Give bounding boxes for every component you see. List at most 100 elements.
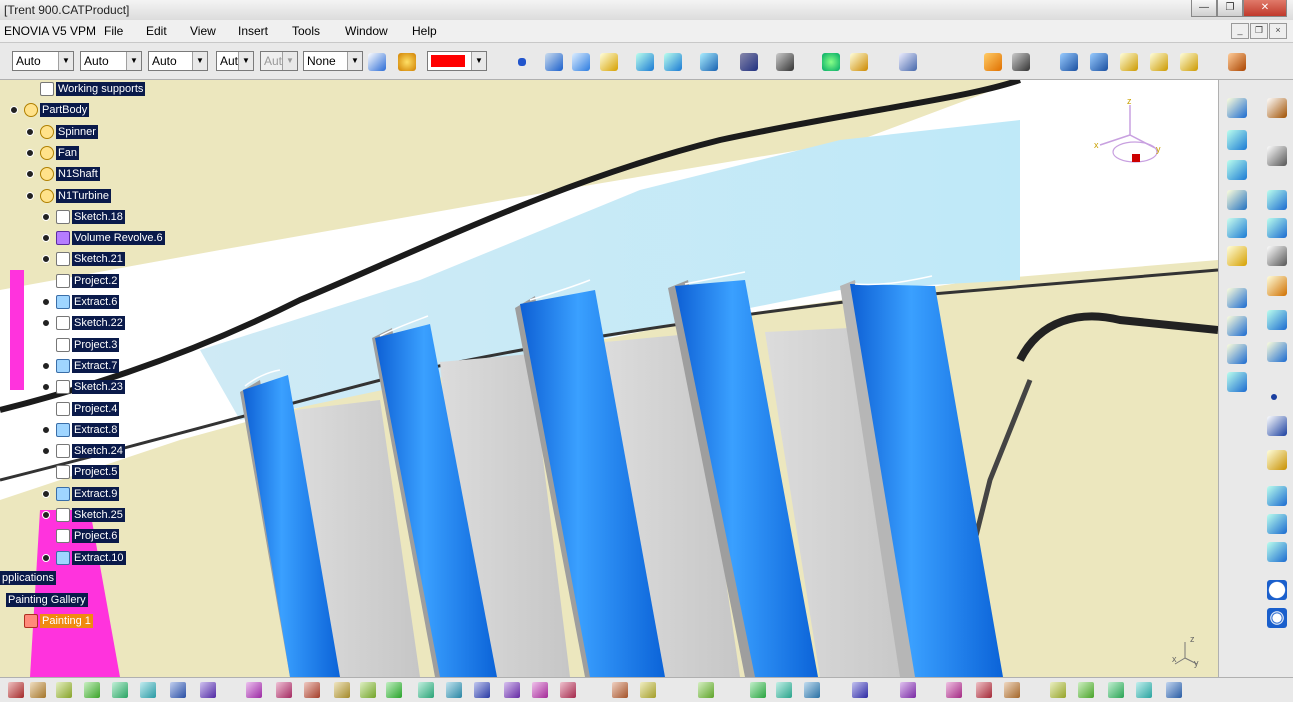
tree-expander[interactable] — [42, 212, 50, 221]
cube-icon[interactable] — [636, 53, 654, 71]
tree-expander[interactable] — [42, 298, 50, 306]
arc-icon[interactable] — [572, 53, 590, 71]
revolve-icon[interactable] — [1227, 218, 1247, 238]
section-icon[interactable] — [946, 682, 962, 698]
undo-icon[interactable] — [140, 682, 156, 698]
tree-expander[interactable] — [42, 489, 50, 498]
tree-node[interactable]: Project.3 — [72, 337, 120, 352]
menu-file[interactable]: File — [104, 24, 123, 38]
compass-icon[interactable] — [776, 53, 794, 71]
tree-expander[interactable] — [26, 148, 34, 157]
cube-wire-icon[interactable] — [1267, 246, 1287, 266]
spline-icon[interactable] — [545, 53, 563, 71]
catalog-icon[interactable] — [1120, 53, 1138, 71]
menu-help[interactable]: Help — [412, 24, 437, 38]
axis-icon[interactable] — [1050, 682, 1066, 698]
globe-icon[interactable] — [822, 53, 840, 71]
sweep-icon[interactable] — [1267, 218, 1287, 238]
paint-pot-icon[interactable] — [1150, 53, 1168, 71]
tree-expander[interactable] — [42, 319, 50, 328]
join-icon[interactable] — [1227, 316, 1247, 336]
render-icon[interactable] — [532, 682, 548, 698]
tree-node[interactable]: Project.6 — [72, 529, 120, 544]
color-swatch-combo[interactable]: ▼ — [427, 51, 487, 71]
redo-icon[interactable] — [170, 682, 186, 698]
point-tool-icon[interactable] — [1271, 394, 1277, 400]
projection-icon[interactable] — [1267, 486, 1287, 506]
tree-node[interactable]: Project.4 — [72, 401, 120, 416]
tree-node[interactable]: Working supports — [56, 82, 146, 96]
spiral-tool-icon[interactable] — [1267, 608, 1287, 628]
color-combo[interactable]: Auto ▼ — [12, 51, 74, 71]
line-tool-icon[interactable] — [1267, 416, 1287, 436]
print-icon[interactable] — [30, 682, 46, 698]
menu-view[interactable]: View — [190, 24, 216, 38]
intersection-icon[interactable] — [1267, 514, 1287, 534]
cube-outline-icon[interactable] — [664, 53, 682, 71]
apply-material-icon[interactable] — [398, 53, 416, 71]
linetype-combo[interactable]: Aut ▼ — [216, 51, 254, 71]
minimize-button[interactable]: — — [1191, 0, 1217, 17]
extrapolate-icon[interactable] — [1267, 342, 1287, 362]
part-design-icon[interactable] — [1227, 98, 1247, 118]
doc-minimize-button[interactable]: _ — [1231, 23, 1249, 39]
workbench-icon[interactable] — [1267, 98, 1287, 118]
layer-combo[interactable]: None ▼ — [303, 51, 363, 71]
extrude-icon[interactable] — [1227, 190, 1247, 210]
point-icon[interactable] — [518, 58, 526, 66]
measure-icon[interactable] — [750, 682, 766, 698]
shaft-icon[interactable] — [1227, 130, 1247, 150]
tree-expander[interactable] — [42, 553, 50, 562]
tree-expander[interactable] — [26, 191, 34, 200]
line-thickness-combo[interactable]: Auto ▼ — [148, 51, 208, 71]
tree-expander[interactable] — [42, 361, 50, 370]
tree-node[interactable]: Sketch.23 — [72, 380, 125, 395]
tree-expander[interactable] — [42, 447, 50, 456]
tree-node[interactable]: Spinner — [56, 124, 98, 139]
trim-icon[interactable] — [1227, 344, 1247, 364]
paintbrush-icon[interactable] — [368, 53, 386, 71]
restore-button[interactable]: ❐ — [1217, 0, 1243, 17]
house-icon[interactable] — [1180, 53, 1198, 71]
tree-node[interactable]: Volume Revolve.6 — [72, 231, 165, 246]
pan-icon[interactable] — [304, 682, 320, 698]
eraser-icon[interactable] — [600, 53, 618, 71]
reframe-icon[interactable] — [1060, 53, 1078, 71]
ds-logo-icon[interactable] — [1166, 682, 1182, 698]
analysis-icon[interactable] — [850, 53, 868, 71]
circle-tool-icon[interactable] — [1267, 580, 1287, 600]
fill-icon[interactable] — [1227, 246, 1247, 266]
compass-handle[interactable] — [1132, 154, 1140, 162]
tree-expander[interactable] — [42, 234, 50, 243]
tree-icon[interactable] — [560, 682, 576, 698]
zoom-out-icon[interactable] — [386, 682, 402, 698]
whats-this-icon[interactable] — [200, 682, 216, 698]
fly-icon[interactable] — [246, 682, 262, 698]
normal-view-icon[interactable] — [418, 682, 434, 698]
tree-node[interactable]: Fan — [56, 145, 79, 160]
tree-expander[interactable] — [10, 106, 18, 115]
table-icon[interactable] — [612, 682, 628, 698]
rotate-icon[interactable] — [334, 682, 350, 698]
camera-icon[interactable] — [776, 682, 792, 698]
tree-node[interactable]: Extract.9 — [72, 486, 120, 501]
tree-node[interactable]: Extract.7 — [72, 358, 120, 373]
fit-all-icon[interactable] — [276, 682, 292, 698]
boundary-icon[interactable] — [1227, 372, 1247, 392]
close-button[interactable]: ✕ — [1243, 0, 1287, 17]
paste-icon[interactable] — [112, 682, 128, 698]
doc-restore-button[interactable]: ❐ — [1250, 23, 1268, 39]
tree-expander[interactable] — [42, 383, 50, 392]
selection-trap-icon[interactable] — [1012, 53, 1030, 71]
menu-edit[interactable]: Edit — [146, 24, 167, 38]
tree-expander[interactable] — [42, 255, 50, 264]
menu-insert[interactable]: Insert — [238, 24, 268, 38]
sketch-tool-icon[interactable] — [1267, 146, 1287, 166]
clock-icon[interactable] — [1004, 682, 1020, 698]
tree-node[interactable]: Sketch.22 — [72, 316, 125, 331]
menu-tools[interactable]: Tools — [292, 24, 320, 38]
distance-icon[interactable] — [852, 682, 868, 698]
tree-node[interactable]: Sketch.25 — [72, 508, 125, 522]
curve-analysis-icon[interactable] — [899, 53, 917, 71]
doc-close-button[interactable]: × — [1269, 23, 1287, 39]
